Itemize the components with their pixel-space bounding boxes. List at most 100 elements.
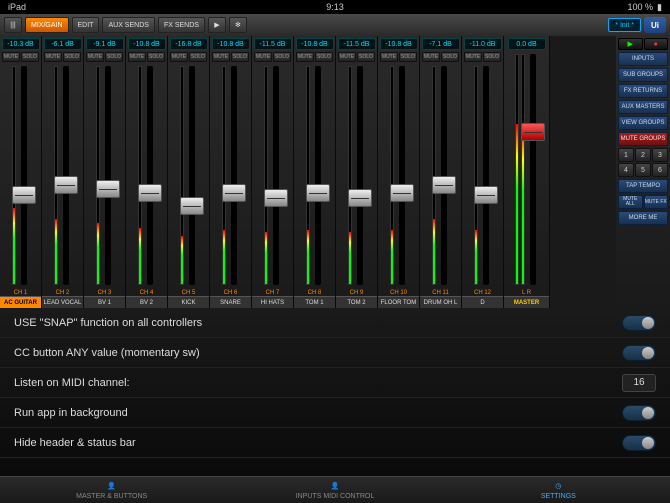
- channel-label[interactable]: BV 1: [84, 296, 125, 308]
- channel-label[interactable]: D: [462, 296, 503, 308]
- mute-fx-button[interactable]: MUTE FX: [644, 195, 669, 209]
- fader-track[interactable]: [105, 66, 111, 285]
- fader-track[interactable]: [21, 66, 27, 285]
- fader-knob[interactable]: [222, 184, 246, 202]
- sidebar-more-me[interactable]: MORE ME: [618, 211, 668, 225]
- channel-label[interactable]: TOM 1: [294, 296, 335, 308]
- fader-track[interactable]: [530, 54, 536, 285]
- toggle-switch[interactable]: [622, 345, 656, 361]
- group-num-1[interactable]: 1: [618, 148, 634, 162]
- solo-button[interactable]: SOLO: [147, 52, 165, 62]
- mute-button[interactable]: MUTE: [464, 52, 482, 62]
- channel-strip: -10.8 dBMUTESOLOCH 10FLOOR TOM: [378, 36, 420, 308]
- channel-strip: -10.8 dBMUTESOLOCH 8TOM 1: [294, 36, 336, 308]
- sidebar-fx-returns[interactable]: FX RETURNS: [618, 84, 668, 98]
- mute-all-button[interactable]: MUTE ALL: [618, 195, 643, 209]
- sidebar-mute-groups[interactable]: MUTE GROUPS: [618, 132, 668, 146]
- meters-button[interactable]: |||: [4, 17, 22, 33]
- sidebar-view-groups[interactable]: VIEW GROUPS: [618, 116, 668, 130]
- fader-track[interactable]: [147, 66, 153, 285]
- mute-button[interactable]: MUTE: [212, 52, 230, 62]
- mute-button[interactable]: MUTE: [380, 52, 398, 62]
- aux-sends-button[interactable]: AUX SENDS: [102, 17, 154, 33]
- master-channel: 0.0 dBL RMASTER: [504, 36, 550, 308]
- channel-label[interactable]: SNARE: [210, 296, 251, 308]
- fader-track[interactable]: [483, 66, 489, 285]
- fader-knob[interactable]: [264, 189, 288, 207]
- channel-label[interactable]: DRUM OH L: [420, 296, 461, 308]
- mute-button[interactable]: MUTE: [2, 52, 20, 62]
- channel-label[interactable]: MASTER: [504, 296, 549, 308]
- fader-knob[interactable]: [348, 189, 372, 207]
- channel-label[interactable]: KICK: [168, 296, 209, 308]
- preset-display[interactable]: * Init *: [608, 18, 641, 32]
- fader-track[interactable]: [273, 66, 279, 285]
- mute-button[interactable]: MUTE: [128, 52, 146, 62]
- solo-button[interactable]: SOLO: [357, 52, 375, 62]
- fader-knob[interactable]: [138, 184, 162, 202]
- fader-knob[interactable]: [12, 186, 36, 204]
- mix-gain-button[interactable]: MIX/GAIN: [25, 17, 69, 33]
- fader-track[interactable]: [441, 66, 447, 285]
- mute-button[interactable]: MUTE: [422, 52, 440, 62]
- sidebar-inputs[interactable]: INPUTS: [618, 52, 668, 66]
- mute-button[interactable]: MUTE: [254, 52, 272, 62]
- fader-track[interactable]: [63, 66, 69, 285]
- sidebar-tap-tempo[interactable]: TAP TEMPO: [618, 179, 668, 193]
- solo-button[interactable]: SOLO: [189, 52, 207, 62]
- group-num-2[interactable]: 2: [635, 148, 651, 162]
- channel-label[interactable]: LEAD VOCAL: [42, 296, 83, 308]
- solo-button[interactable]: SOLO: [441, 52, 459, 62]
- solo-button[interactable]: SOLO: [399, 52, 417, 62]
- fader-track[interactable]: [189, 66, 195, 285]
- sidebar-aux-masters[interactable]: AUX MASTERS: [618, 100, 668, 114]
- sidebar-sub-groups[interactable]: SUB GROUPS: [618, 68, 668, 82]
- mute-button[interactable]: MUTE: [44, 52, 62, 62]
- solo-button[interactable]: SOLO: [315, 52, 333, 62]
- solo-button[interactable]: SOLO: [105, 52, 123, 62]
- fader-knob[interactable]: [96, 180, 120, 198]
- channel-label[interactable]: TOM 2: [336, 296, 377, 308]
- fader-knob[interactable]: [390, 184, 414, 202]
- solo-button[interactable]: SOLO: [273, 52, 291, 62]
- fader-track[interactable]: [315, 66, 321, 285]
- toggle-switch[interactable]: [622, 315, 656, 331]
- group-num-5[interactable]: 5: [635, 163, 651, 177]
- transport-record[interactable]: ●: [644, 38, 669, 50]
- mute-button[interactable]: MUTE: [86, 52, 104, 62]
- fader-knob[interactable]: [521, 123, 545, 141]
- tab-master-buttons[interactable]: 👤 MASTER & BUTTONS: [0, 477, 223, 503]
- fader-track[interactable]: [231, 66, 237, 285]
- fader-track[interactable]: [399, 66, 405, 285]
- fader-track[interactable]: [357, 66, 363, 285]
- toggle-switch[interactable]: [622, 405, 656, 421]
- edit-button[interactable]: EDIT: [72, 17, 100, 33]
- tab-settings[interactable]: ◷ SETTINGS: [447, 477, 670, 503]
- play-button[interactable]: ▶: [208, 17, 226, 33]
- fader-knob[interactable]: [432, 176, 456, 194]
- solo-button[interactable]: SOLO: [63, 52, 81, 62]
- fx-sends-button[interactable]: FX SENDS: [158, 17, 205, 33]
- channel-label[interactable]: FLOOR TOM: [378, 296, 419, 308]
- channel-label[interactable]: HI HATS: [252, 296, 293, 308]
- group-num-6[interactable]: 6: [652, 163, 668, 177]
- toggle-switch[interactable]: [622, 435, 656, 451]
- group-num-4[interactable]: 4: [618, 163, 634, 177]
- value-field[interactable]: 16: [622, 374, 656, 392]
- mute-button[interactable]: MUTE: [338, 52, 356, 62]
- solo-button[interactable]: SOLO: [483, 52, 501, 62]
- tab-inputs-midi[interactable]: 👤 INPUTS MIDI CONTROL: [223, 477, 446, 503]
- group-num-3[interactable]: 3: [652, 148, 668, 162]
- solo-button[interactable]: SOLO: [231, 52, 249, 62]
- channel-label[interactable]: AC GUITAR: [0, 296, 41, 308]
- settings-gear-button[interactable]: ✻: [229, 17, 247, 33]
- channel-label[interactable]: BV 2: [126, 296, 167, 308]
- mute-button[interactable]: MUTE: [296, 52, 314, 62]
- fader-knob[interactable]: [306, 184, 330, 202]
- transport-play[interactable]: ▶: [618, 38, 643, 50]
- mute-button[interactable]: MUTE: [170, 52, 188, 62]
- solo-button[interactable]: SOLO: [21, 52, 39, 62]
- fader-knob[interactable]: [180, 197, 204, 215]
- fader-knob[interactable]: [54, 176, 78, 194]
- fader-knob[interactable]: [474, 186, 498, 204]
